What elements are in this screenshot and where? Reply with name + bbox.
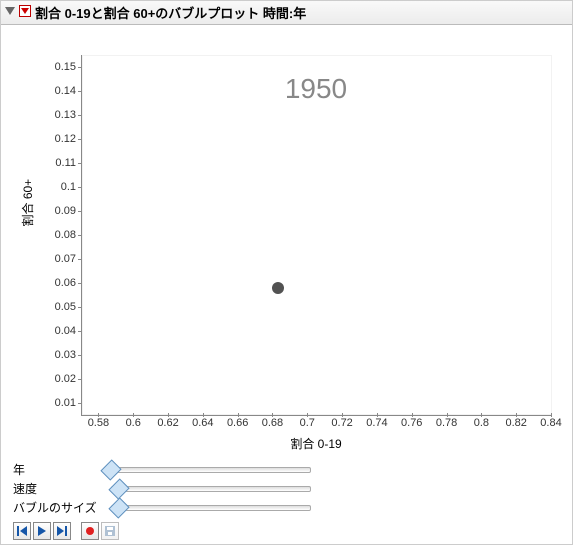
y-axis-label: 割合 60+ <box>19 179 36 227</box>
slider-thumb[interactable] <box>108 497 129 518</box>
plot-panel: 割合 0-19と割合 60+のバブルプロット 時間:年 1950 0.01 0.0… <box>0 0 573 545</box>
year-slider-label: 年 <box>13 461 111 478</box>
playback-toolbar <box>1 520 572 544</box>
plot-area: 1950 0.01 0.02 0.03 0.04 0.05 0.06 0.07 0.08 0.0… <box>1 25 572 457</box>
y-tick: 0.02 <box>36 373 76 385</box>
x-axis-label: 割合 0-19 <box>81 435 551 452</box>
y-tick: 0.12 <box>36 133 76 145</box>
play-button[interactable] <box>33 522 51 540</box>
x-tick: 0.58 <box>83 417 113 429</box>
y-tick: 0.1 <box>36 181 76 193</box>
speed-slider-row: 速度 <box>13 480 564 497</box>
size-slider-label: バブルのサイズ <box>13 499 111 516</box>
y-tick: 0.15 <box>36 61 76 73</box>
plot-axes[interactable] <box>81 55 552 416</box>
x-tick: 0.72 <box>327 417 357 429</box>
y-tick: 0.14 <box>36 85 76 97</box>
slider-track <box>111 467 311 473</box>
bubble-size-slider[interactable] <box>111 500 311 516</box>
x-tick: 0.7 <box>292 417 322 429</box>
year-slider-row: 年 <box>13 461 564 478</box>
slider-thumb[interactable] <box>108 478 129 499</box>
save-button[interactable] <box>101 522 119 540</box>
x-tick: 0.76 <box>397 417 427 429</box>
x-tick: 0.64 <box>188 417 218 429</box>
y-tick: 0.11 <box>36 157 76 169</box>
x-tick: 0.78 <box>432 417 462 429</box>
y-tick: 0.08 <box>36 229 76 241</box>
step-back-button[interactable] <box>13 522 31 540</box>
year-slider[interactable] <box>111 462 311 478</box>
time-year-label: 1950 <box>81 73 551 105</box>
speed-slider-label: 速度 <box>13 480 111 497</box>
x-tick: 0.8 <box>466 417 496 429</box>
x-tick: 0.62 <box>153 417 183 429</box>
y-tick: 0.13 <box>36 109 76 121</box>
y-tick: 0.04 <box>36 325 76 337</box>
y-tick: 0.09 <box>36 205 76 217</box>
options-menu-icon[interactable] <box>19 5 31 20</box>
y-tick: 0.03 <box>36 349 76 361</box>
x-tick: 0.84 <box>536 417 566 429</box>
x-tick: 0.74 <box>362 417 392 429</box>
y-tick: 0.06 <box>36 277 76 289</box>
slider-track <box>111 505 311 511</box>
panel-titlebar[interactable]: 割合 0-19と割合 60+のバブルプロット 時間:年 <box>1 1 572 25</box>
y-tick: 0.07 <box>36 253 76 265</box>
panel-title: 割合 0-19と割合 60+のバブルプロット 時間:年 <box>35 3 306 22</box>
x-tick: 0.68 <box>257 417 287 429</box>
x-tick: 0.66 <box>223 417 253 429</box>
x-tick: 0.6 <box>118 417 148 429</box>
y-tick: 0.01 <box>36 397 76 409</box>
controls-panel: 年 速度 バブルのサイズ <box>1 457 572 520</box>
x-tick: 0.82 <box>501 417 531 429</box>
size-slider-row: バブルのサイズ <box>13 499 564 516</box>
slider-track <box>111 486 311 492</box>
y-tick: 0.05 <box>36 301 76 313</box>
disclosure-icon[interactable] <box>5 5 15 20</box>
record-button[interactable] <box>81 522 99 540</box>
speed-slider[interactable] <box>111 481 311 497</box>
bubble-point[interactable] <box>272 282 284 294</box>
step-forward-button[interactable] <box>53 522 71 540</box>
